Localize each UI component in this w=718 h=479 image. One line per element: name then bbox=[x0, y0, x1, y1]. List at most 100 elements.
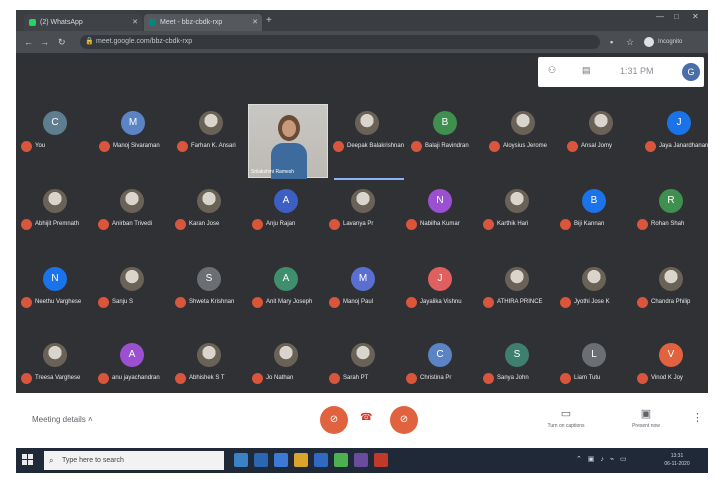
participant-tile[interactable]: Lavanya Pr bbox=[324, 179, 402, 249]
avatar bbox=[351, 189, 375, 213]
maximize-icon[interactable]: □ bbox=[674, 12, 679, 21]
participant-name: Sanya John bbox=[497, 375, 529, 381]
meeting-clock: 1:31 PM bbox=[620, 66, 654, 76]
participant-tile[interactable]: Farhan K. Ansari bbox=[172, 101, 250, 171]
participant-name: Lavanya Pr bbox=[343, 221, 374, 227]
lock-icon: 🔒 bbox=[85, 38, 94, 45]
minimize-icon[interactable]: — bbox=[656, 12, 664, 21]
featured-participant-tile[interactable]: Srilakshmi Ramesh bbox=[248, 104, 328, 179]
taskbar-clock[interactable]: 13:31 06-11-2020 bbox=[660, 452, 694, 468]
avatar[interactable]: G bbox=[682, 63, 700, 81]
avatar: A bbox=[274, 267, 298, 291]
participant-tile[interactable]: B Biji Kannan bbox=[555, 179, 633, 249]
windows-start-icon[interactable] bbox=[22, 454, 34, 466]
camera-button[interactable]: ⊘ bbox=[390, 406, 418, 434]
participant-tile[interactable]: C You bbox=[16, 101, 94, 171]
mic-off-icon bbox=[98, 373, 109, 384]
tab-label: Meet - bbz-cbdk-rxp bbox=[160, 19, 223, 26]
task-view-icon[interactable] bbox=[234, 453, 248, 467]
participant-name: You bbox=[35, 143, 46, 149]
phone-icon: ☎ bbox=[360, 412, 373, 423]
participant-tile[interactable]: Karan Jose bbox=[170, 179, 248, 249]
avatar: J bbox=[667, 111, 691, 135]
participant-tile[interactable]: Sanju S bbox=[93, 257, 171, 327]
avatar: S bbox=[505, 343, 529, 367]
meeting-details-button[interactable]: Meeting details ˄ bbox=[32, 415, 93, 424]
profile-label: Incognito bbox=[658, 39, 683, 45]
avatar: B bbox=[433, 111, 457, 135]
forward-icon[interactable]: → bbox=[40, 36, 49, 48]
word-icon[interactable] bbox=[314, 453, 328, 467]
participant-tile[interactable]: A Anju Rajan bbox=[247, 179, 325, 249]
mic-off-icon bbox=[483, 219, 494, 230]
system-tray-icons[interactable]: ⌃ ▣ ♪ ⌁ ▭ bbox=[576, 455, 629, 463]
participant-tile[interactable]: J Jayalika Vishnu bbox=[401, 257, 479, 327]
participant-tile[interactable]: Anirban Trivedi bbox=[93, 179, 171, 249]
close-icon[interactable]: ✕ bbox=[132, 14, 138, 31]
participant-tile[interactable]: R Rohan Shah bbox=[632, 179, 708, 249]
app-icon[interactable] bbox=[354, 453, 368, 467]
participant-name: Biji Kannan bbox=[574, 221, 605, 227]
participant-tile[interactable]: Deepak Balakrishnan bbox=[328, 101, 406, 171]
participant-tile[interactable]: Karthik Hari bbox=[478, 179, 556, 249]
avatar bbox=[659, 267, 683, 291]
close-icon[interactable]: ✕ bbox=[252, 14, 258, 31]
participant-tile[interactable]: Chandra Philip bbox=[632, 257, 708, 327]
close-window-icon[interactable]: ✕ bbox=[692, 12, 699, 21]
captions-button[interactable]: ▭ Turn on captions bbox=[536, 407, 596, 429]
participant-tile[interactable]: A Anit Mary Joseph bbox=[247, 257, 325, 327]
participant-tile[interactable]: Aloysius Jerome bbox=[484, 101, 562, 171]
chat-icon[interactable]: ▤ bbox=[582, 65, 591, 76]
mic-off-icon bbox=[637, 373, 648, 384]
participant-tile[interactable]: N Neethu Varghese bbox=[16, 257, 94, 327]
participant-tile[interactable]: J Jaya Janardhanan bbox=[640, 101, 708, 171]
mic-off-icon bbox=[406, 373, 417, 384]
participant-tile[interactable]: B Balaji Ravindran bbox=[406, 101, 484, 171]
participant-tile[interactable]: M Manoj Sivaraman bbox=[94, 101, 172, 171]
edge-icon[interactable] bbox=[254, 453, 268, 467]
camera-permission-icon[interactable]: ▪ bbox=[610, 36, 613, 48]
people-icon[interactable]: ⚇ bbox=[548, 65, 556, 76]
mic-off-icon bbox=[560, 219, 571, 230]
profile-button[interactable]: Incognito bbox=[644, 36, 698, 48]
mic-off-icon bbox=[21, 373, 32, 384]
store-icon[interactable] bbox=[274, 453, 288, 467]
reload-icon[interactable]: ↻ bbox=[58, 36, 66, 48]
featured-name: Srilakshmi Ramesh bbox=[251, 169, 295, 175]
mic-off-icon bbox=[21, 141, 32, 152]
participant-name: Anit Mary Joseph bbox=[266, 299, 313, 305]
tab-whatsapp[interactable]: (2) WhatsApp ✕ bbox=[24, 14, 142, 31]
participant-tile[interactable]: S Shweta Krishnan bbox=[170, 257, 248, 327]
hang-up-button[interactable]: ☎ bbox=[360, 412, 372, 423]
star-icon[interactable]: ☆ bbox=[626, 36, 634, 48]
participant-name: Sarah PT bbox=[343, 375, 369, 381]
participant-name: Aloysius Jerome bbox=[503, 143, 548, 149]
mic-off-icon bbox=[99, 141, 110, 152]
participant-tile[interactable]: Jyothi Jose K bbox=[555, 257, 633, 327]
participant-tile[interactable]: Abhijit Premnath bbox=[16, 179, 94, 249]
participant-name: Jyothi Jose K bbox=[574, 299, 610, 305]
avatar: J bbox=[428, 267, 452, 291]
taskbar-search-input[interactable]: ⌕ Type here to search bbox=[44, 451, 224, 470]
participant-tile[interactable]: Ansal Jomy bbox=[562, 101, 640, 171]
microphone-button[interactable]: ⊘ bbox=[320, 406, 348, 434]
participant-tile[interactable]: ATHIRA PRINCE bbox=[478, 257, 556, 327]
participant-tile[interactable]: M Manoj Paul bbox=[324, 257, 402, 327]
back-icon[interactable]: ← bbox=[24, 36, 33, 48]
mic-off-icon bbox=[637, 297, 648, 308]
participant-tile[interactable]: N Nabilha Kumar bbox=[401, 179, 479, 249]
app-icon[interactable] bbox=[374, 453, 388, 467]
avatar bbox=[197, 343, 221, 367]
new-tab-icon[interactable]: + bbox=[266, 14, 272, 28]
address-bar[interactable]: 🔒 meet.google.com/bbz-cbdk-rxp bbox=[80, 35, 600, 49]
active-speaker-indicator bbox=[334, 178, 404, 180]
avatar: A bbox=[274, 189, 298, 213]
present-button[interactable]: ▣ Present now bbox=[616, 407, 676, 429]
avatar: N bbox=[43, 267, 67, 291]
file-explorer-icon[interactable] bbox=[294, 453, 308, 467]
mic-off-icon bbox=[252, 297, 263, 308]
chrome-icon[interactable] bbox=[334, 453, 348, 467]
tab-meet[interactable]: Meet - bbz-cbdk-rxp ✕ bbox=[144, 14, 262, 31]
mic-off-icon bbox=[645, 141, 656, 152]
more-options-icon[interactable]: ⋮ bbox=[692, 411, 703, 424]
